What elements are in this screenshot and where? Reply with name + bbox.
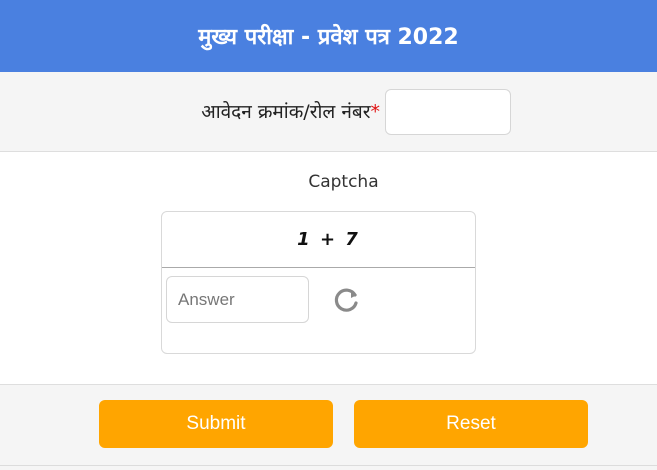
action-row: Submit Reset (0, 384, 657, 470)
submit-button[interactable]: Submit (99, 400, 333, 448)
page-title: मुख्य परीक्षा - प्रवेश पत्र 2022 (198, 25, 459, 50)
application-number-input[interactable] (385, 89, 511, 135)
captcha-box: 1 + 7 (161, 211, 476, 354)
captcha-title: Captcha (308, 172, 379, 192)
refresh-icon[interactable] (331, 286, 361, 316)
required-marker: * (370, 101, 381, 123)
captcha-question: 1 + 7 (162, 212, 475, 268)
application-number-row: आवेदन क्रमांक/रोल नंबर* (0, 72, 657, 152)
bottom-divider (0, 465, 657, 466)
reset-button[interactable]: Reset (354, 400, 588, 448)
application-number-label: आवेदन क्रमांक/रोल नंबर* (0, 98, 380, 124)
page-header: मुख्य परीक्षा - प्रवेश पत्र 2022 (0, 0, 657, 72)
application-number-label-text: आवेदन क्रमांक/रोल नंबर (201, 101, 371, 123)
captcha-answer-input[interactable] (166, 276, 309, 323)
